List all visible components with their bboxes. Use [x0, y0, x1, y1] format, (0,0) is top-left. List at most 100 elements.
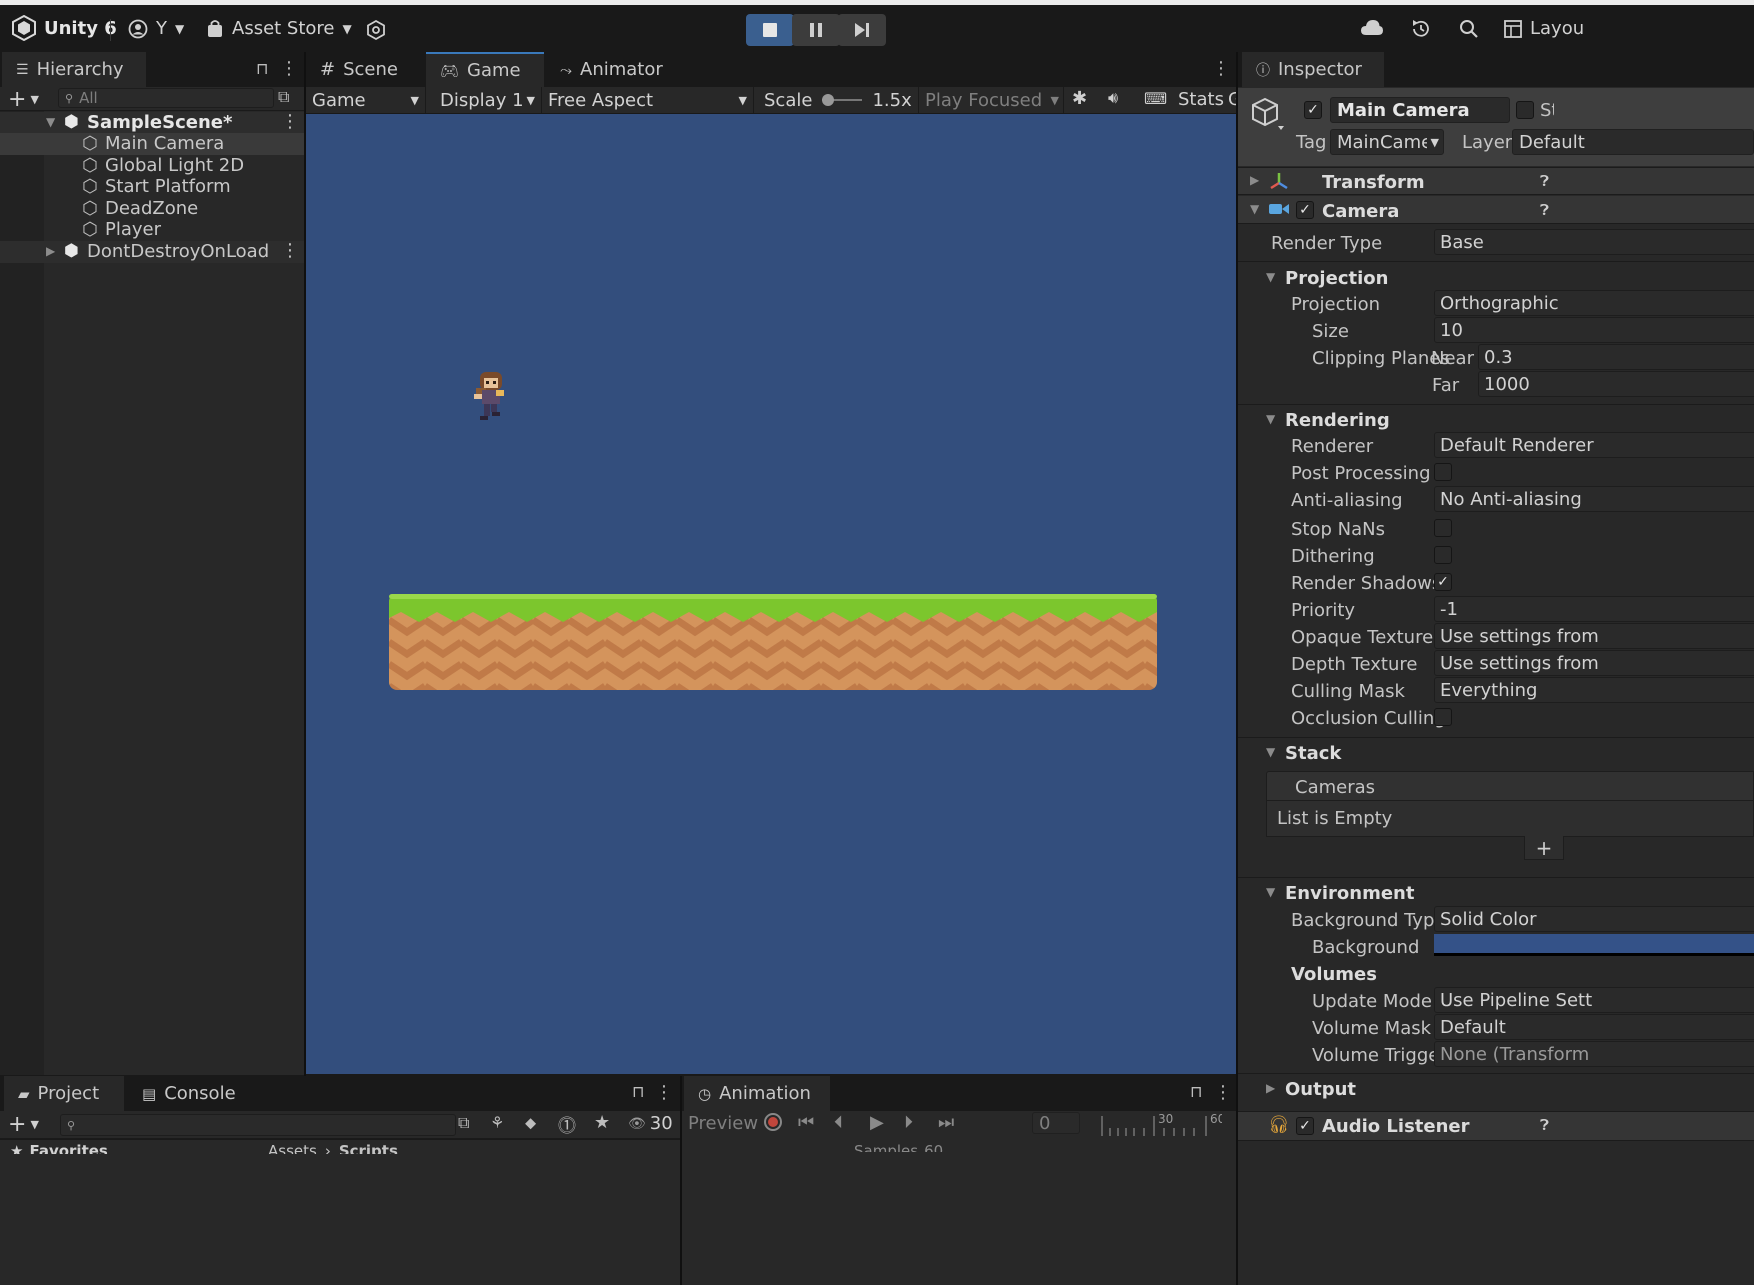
- volume-mask-dropdown[interactable]: Default: [1434, 1014, 1754, 1040]
- game-mode-dropdown[interactable]: Game ▼: [306, 87, 426, 113]
- tab-scene[interactable]: # Scene: [306, 52, 424, 87]
- audio-listener-header[interactable]: [1238, 1111, 1754, 1141]
- start-platform-sprite[interactable]: [389, 594, 1157, 690]
- audio-icon[interactable]: 🔊︎: [1108, 88, 1118, 108]
- volume-trigger-field[interactable]: None (Transform: [1434, 1041, 1754, 1067]
- splitter[interactable]: [304, 52, 306, 1076]
- collapsed-arrow-icon[interactable]: ▶: [46, 244, 55, 258]
- tag-dropdown[interactable]: MainCamera▼: [1330, 129, 1444, 155]
- output-section-title[interactable]: Output: [1285, 1079, 1356, 1100]
- tab-project[interactable]: ▰ Project: [4, 1076, 124, 1111]
- more-options-icon[interactable]: ⋮: [281, 111, 299, 132]
- project-search-input[interactable]: ⚲: [60, 1114, 456, 1136]
- aspect-dropdown[interactable]: Free Aspect ▼: [542, 87, 754, 113]
- history-icon[interactable]: [1410, 18, 1432, 45]
- create-button[interactable]: + ▼: [8, 1112, 39, 1137]
- collapsed-arrow-icon[interactable]: ▶: [1250, 173, 1259, 187]
- render-shadows-checkbox[interactable]: ✓: [1434, 573, 1452, 591]
- breadcrumb[interactable]: Assets › Scripts: [268, 1142, 398, 1154]
- next-keyframe-icon[interactable]: ⏵︎: [904, 1112, 913, 1133]
- background-type-dropdown[interactable]: Solid Color: [1434, 906, 1754, 932]
- player-sprite[interactable]: [466, 368, 514, 426]
- splitter[interactable]: [1236, 52, 1238, 1285]
- more-options-icon[interactable]: ⋮: [655, 1082, 673, 1103]
- gizmos-button[interactable]: G: [1228, 89, 1236, 110]
- hierarchy-item-deadzone[interactable]: ⬡ DeadZone: [0, 198, 304, 220]
- expand-arrow-icon[interactable]: ▼: [1266, 270, 1275, 284]
- help-icon[interactable]: ❓︎: [1540, 172, 1549, 190]
- play-focused-dropdown[interactable]: Play Focused ▼: [918, 87, 1064, 113]
- transform-header[interactable]: [1238, 167, 1754, 195]
- play-button[interactable]: [746, 14, 794, 46]
- stack-section-title[interactable]: Stack: [1285, 743, 1341, 764]
- priority-input[interactable]: -1: [1434, 596, 1754, 622]
- cloud-icon[interactable]: [1360, 19, 1384, 42]
- hierarchy-item-global-light[interactable]: ⬡ Global Light 2D: [0, 155, 304, 177]
- scene-row[interactable]: ▼ ⬢ SampleScene* ⋮: [0, 111, 304, 134]
- previous-keyframe-icon[interactable]: ⏴︎: [834, 1112, 843, 1133]
- update-mode-dropdown[interactable]: Use Pipeline Sett: [1434, 987, 1754, 1013]
- last-keyframe-icon[interactable]: ⏭︎: [938, 1112, 954, 1133]
- more-options-icon[interactable]: ⋮: [281, 240, 299, 261]
- game-view[interactable]: [306, 114, 1238, 1074]
- background-color-swatch[interactable]: [1434, 934, 1754, 956]
- account-dropdown[interactable]: Y ▼: [128, 18, 184, 39]
- star-icon[interactable]: ★: [594, 1112, 610, 1133]
- lock-icon[interactable]: ⊓: [632, 1082, 644, 1101]
- tab-animation[interactable]: ◷ Animation: [684, 1076, 830, 1111]
- hierarchy-search-input[interactable]: ⚲ All: [58, 88, 274, 108]
- hidden-packages-toggle[interactable]: 👁︎ 30: [628, 1113, 673, 1134]
- pause-button[interactable]: [792, 14, 840, 46]
- splitter[interactable]: [680, 1076, 682, 1285]
- record-button[interactable]: [764, 1113, 782, 1131]
- camera-enabled-checkbox[interactable]: ✓: [1296, 201, 1314, 219]
- tab-game[interactable]: 🎮︎ Game: [426, 52, 544, 87]
- opaque-texture-dropdown[interactable]: Use settings from: [1434, 623, 1754, 649]
- depth-texture-dropdown[interactable]: Use settings from: [1434, 650, 1754, 676]
- audio-listener-checkbox[interactable]: ✓: [1296, 1117, 1314, 1135]
- environment-section-title[interactable]: Environment: [1285, 883, 1414, 904]
- more-options-icon[interactable]: ⋮: [1214, 1082, 1232, 1103]
- object-name-input[interactable]: Main Camera: [1330, 97, 1510, 123]
- renderer-dropdown[interactable]: Default Renderer: [1434, 432, 1754, 458]
- anti-aliasing-dropdown[interactable]: No Anti-aliasing: [1434, 486, 1754, 512]
- bug-icon[interactable]: ✱: [1072, 88, 1087, 109]
- cloud-services-icon[interactable]: [366, 19, 386, 46]
- static-checkbox[interactable]: [1516, 101, 1534, 119]
- add-camera-button[interactable]: +: [1524, 836, 1564, 860]
- scale-slider-track[interactable]: [822, 93, 863, 107]
- keyboard-icon[interactable]: ⌨: [1144, 89, 1167, 108]
- hierarchy-item-main-camera[interactable]: ⬡ Main Camera: [0, 133, 304, 155]
- label-icon[interactable]: ⬥: [525, 1113, 536, 1133]
- expand-arrow-icon[interactable]: ▼: [1266, 412, 1275, 426]
- play-icon[interactable]: ▶: [870, 1112, 884, 1133]
- expand-arrow-icon[interactable]: ▼: [1266, 745, 1275, 759]
- timeline-ruler[interactable]: 30 60: [1094, 1112, 1224, 1138]
- camera-header[interactable]: [1238, 196, 1754, 224]
- tab-inspector[interactable]: ⓘ Inspector: [1242, 52, 1384, 87]
- expand-arrow-icon[interactable]: ▼: [1250, 202, 1259, 216]
- expand-arrow-icon[interactable]: ▼: [1266, 885, 1275, 899]
- filter-type-icon[interactable]: ⚘: [490, 1113, 504, 1132]
- near-input[interactable]: 0.3: [1478, 344, 1754, 370]
- active-checkbox[interactable]: ✓: [1304, 101, 1322, 119]
- ddol-scene-row[interactable]: ▶ ⬢ DontDestroyOnLoad ⋮: [0, 240, 304, 263]
- culling-mask-dropdown[interactable]: Everything: [1434, 677, 1754, 703]
- rendering-section-title[interactable]: Rendering: [1285, 410, 1390, 431]
- search-filter-icon[interactable]: ⧉: [458, 1113, 469, 1133]
- tab-console[interactable]: ▤ Console: [128, 1076, 260, 1111]
- projection-dropdown[interactable]: Orthographic: [1434, 290, 1754, 316]
- size-input[interactable]: 10: [1434, 317, 1754, 343]
- more-options-icon[interactable]: ⋮: [280, 58, 298, 79]
- search-icon[interactable]: [1458, 18, 1480, 45]
- favorites-row[interactable]: ★ Favorites: [10, 1142, 108, 1154]
- hierarchy-item-start-platform[interactable]: ⬡ Start Platform: [0, 176, 304, 198]
- unity-menu[interactable]: Unity 6: [12, 15, 117, 41]
- dithering-checkbox[interactable]: [1434, 546, 1452, 564]
- collapsed-arrow-icon[interactable]: ▶: [1266, 1081, 1275, 1095]
- asset-store-dropdown[interactable]: Asset Store ▼: [206, 18, 352, 39]
- lock-icon[interactable]: ⊓: [1190, 1082, 1202, 1101]
- create-button[interactable]: + ▼: [8, 87, 39, 112]
- layer-dropdown[interactable]: Default: [1512, 129, 1754, 155]
- more-options-icon[interactable]: ⋮: [1212, 58, 1230, 79]
